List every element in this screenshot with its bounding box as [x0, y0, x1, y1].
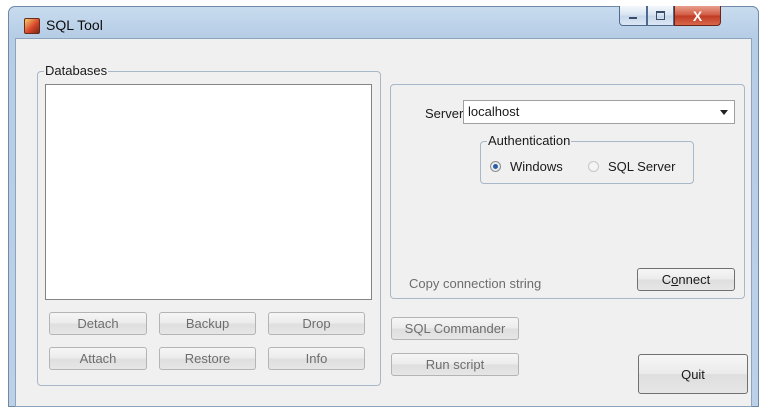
info-button[interactable]: Info: [268, 347, 365, 370]
app-window: SQL Tool X Databases Detach Backup Drop …: [8, 6, 759, 407]
sql-commander-button[interactable]: SQL Commander: [391, 317, 519, 340]
copy-connection-string-link[interactable]: Copy connection string: [409, 276, 541, 291]
databases-listbox[interactable]: [45, 84, 372, 300]
chevron-down-icon: [720, 110, 728, 115]
server-combobox[interactable]: localhost: [463, 100, 735, 124]
connect-label-pre: C: [661, 272, 672, 287]
maximize-button[interactable]: [647, 6, 674, 26]
windows-radio-label[interactable]: Windows: [510, 159, 563, 174]
detach-button[interactable]: Detach: [49, 312, 147, 335]
minimize-button[interactable]: [619, 6, 647, 26]
databases-group-label: Databases: [44, 63, 109, 78]
close-button[interactable]: X: [674, 6, 721, 26]
app-icon: [24, 18, 40, 34]
minimize-icon: [629, 17, 637, 19]
quit-button[interactable]: Quit: [638, 354, 748, 394]
windows-radio[interactable]: [490, 161, 501, 172]
connect-label-access-key: o: [671, 272, 679, 287]
connect-button[interactable]: Co nnect: [637, 268, 735, 291]
title-bar[interactable]: SQL Tool X: [8, 6, 759, 38]
run-script-button[interactable]: Run script: [391, 353, 519, 376]
authentication-group-label: Authentication: [487, 133, 572, 148]
client-area: Databases Detach Backup Drop Attach Rest…: [15, 38, 752, 407]
restore-button[interactable]: Restore: [159, 347, 256, 370]
drop-button[interactable]: Drop: [268, 312, 365, 335]
attach-button[interactable]: Attach: [49, 347, 147, 370]
server-value: localhost: [468, 104, 520, 119]
connect-label-post: nnect: [678, 272, 711, 287]
window-title: SQL Tool: [46, 17, 103, 33]
close-icon: X: [692, 7, 703, 24]
server-label: Server: [425, 106, 464, 121]
maximize-icon: [656, 11, 665, 20]
sql-server-radio-label[interactable]: SQL Server: [608, 159, 675, 174]
sql-server-radio[interactable]: [588, 161, 599, 172]
backup-button[interactable]: Backup: [159, 312, 256, 335]
